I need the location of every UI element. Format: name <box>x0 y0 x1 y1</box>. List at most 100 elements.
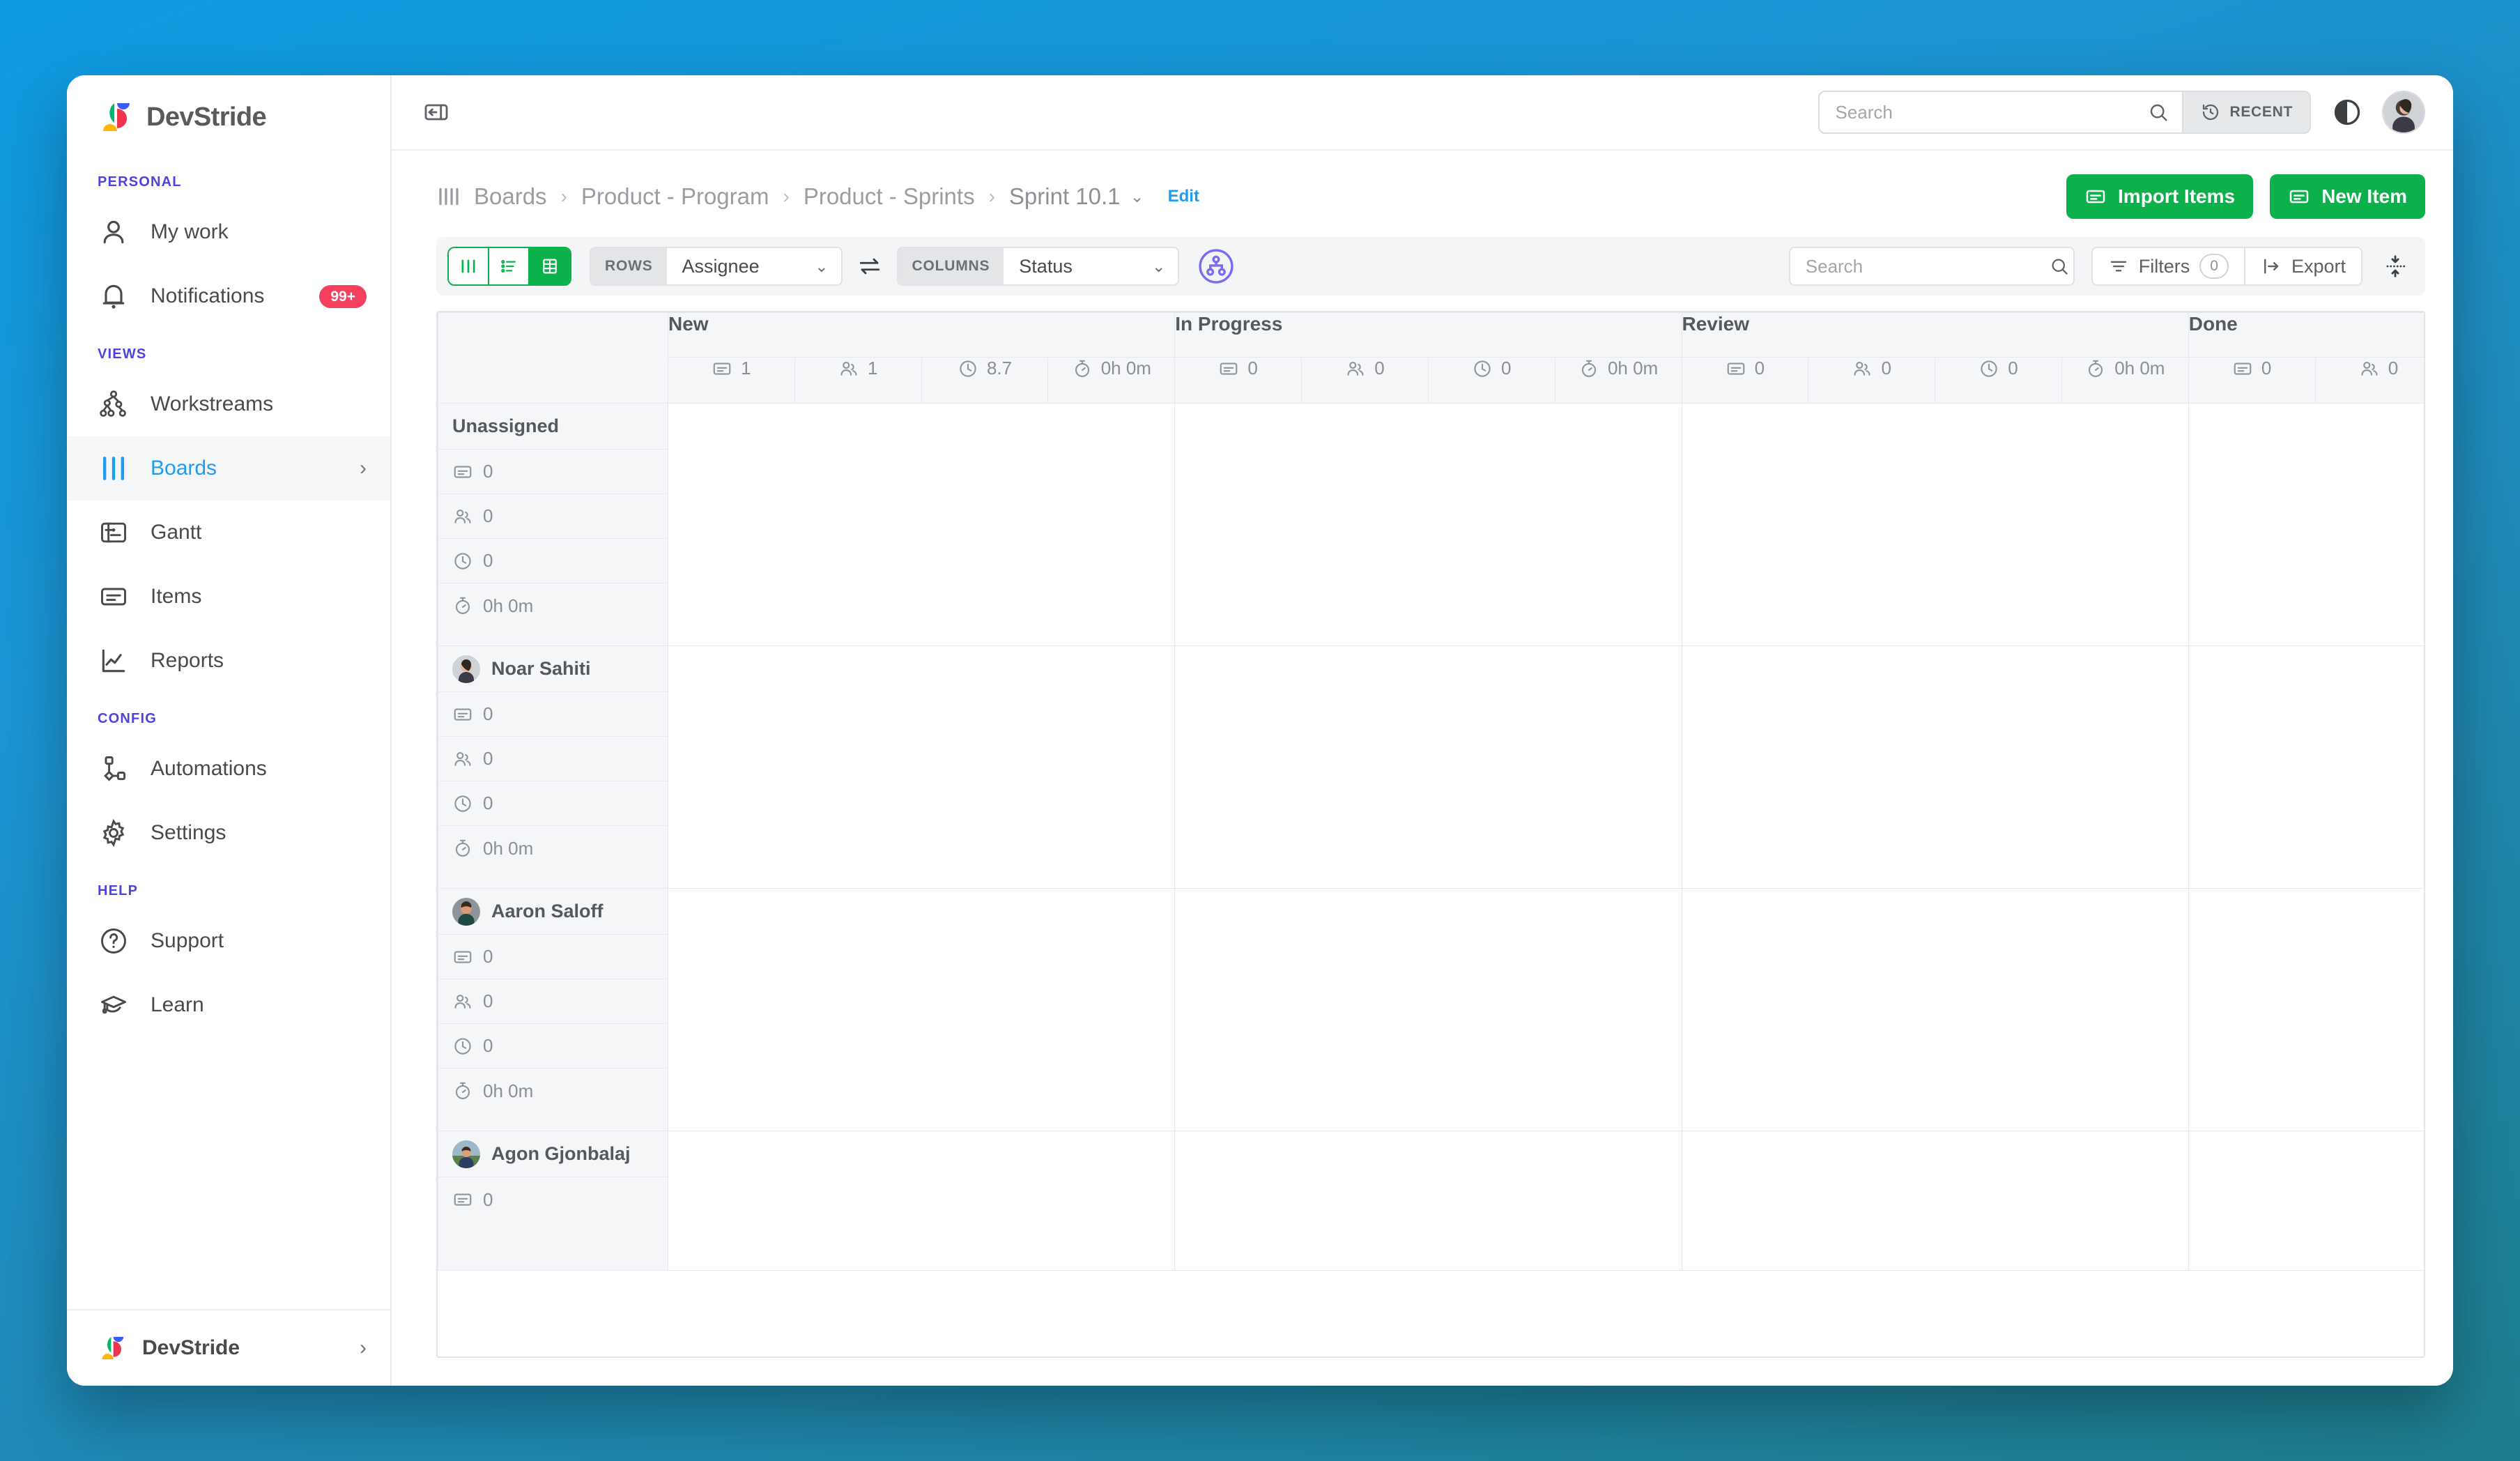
column-header-review[interactable]: Review <box>1681 312 2189 358</box>
sidebar-item-items[interactable]: Items <box>67 565 390 629</box>
items-card-icon <box>452 1189 473 1210</box>
breadcrumb-separator: › <box>560 185 567 207</box>
columns-value[interactable]: Status ⌄ <box>1004 248 1178 284</box>
sidebar-nav: PERSONAL My work Notifications 99+ VIEWS… <box>67 156 390 1309</box>
people-icon <box>452 749 473 770</box>
sidebar-item-reports[interactable]: Reports <box>67 629 390 693</box>
breadcrumb-item-product-sprints[interactable]: Product - Sprints <box>804 183 975 210</box>
board-cell-noar-new[interactable] <box>667 645 1176 889</box>
column-header-done[interactable]: Done <box>2188 312 2424 358</box>
sidebar-item-notifications[interactable]: Notifications 99+ <box>67 264 390 328</box>
board-cell-aaron-new[interactable] <box>667 888 1176 1131</box>
export-button[interactable]: Export <box>2243 248 2361 284</box>
row-header-name: Unassigned <box>438 404 668 450</box>
row-header-unassigned[interactable]: Unassigned 0 0 0 0h 0m <box>438 403 668 646</box>
metric-time-review: 0h 0m <box>2061 357 2189 404</box>
board-head: New In Progress Review Done 1 1 8.7 0h 0… <box>438 312 2424 404</box>
board-search-input[interactable] <box>1805 255 2039 277</box>
row-height-icon[interactable] <box>2376 253 2414 280</box>
people-icon <box>1345 358 1366 379</box>
rows-picker[interactable]: ROWS Assignee ⌄ <box>590 247 843 286</box>
metric-value: 1 <box>741 358 751 378</box>
board-cell-aaron-done[interactable] <box>2188 888 2424 1131</box>
breadcrumb-item-boards[interactable]: Boards <box>474 183 547 210</box>
user-avatar[interactable] <box>2382 91 2425 134</box>
workspace-switcher[interactable]: DevStride › <box>67 1309 390 1386</box>
metric-value: 0h 0m <box>483 595 534 616</box>
sidebar-item-learn[interactable]: Learn <box>67 973 390 1037</box>
sidebar-item-support[interactable]: Support <box>67 909 390 973</box>
edit-link[interactable]: Edit <box>1168 187 1199 206</box>
board-cell-unassigned-done[interactable] <box>2188 403 2424 646</box>
rows-value[interactable]: Assignee ⌄ <box>666 248 841 284</box>
swap-arrows-icon[interactable] <box>856 253 883 280</box>
recent-label: RECENT <box>2229 104 2293 120</box>
board-cell-agon-new[interactable] <box>667 1131 1176 1271</box>
sidebar-item-automations[interactable]: Automations <box>67 737 390 801</box>
board-cell-noar-review[interactable] <box>1681 645 2189 889</box>
board-cell-unassigned-in-progress[interactable] <box>1174 403 1682 646</box>
column-header-in-progress[interactable]: In Progress <box>1174 312 1682 358</box>
sidebar-item-gantt[interactable]: Gantt <box>67 500 390 565</box>
metric-points-review: 0 <box>1935 357 2062 404</box>
metric-value: 8.7 <box>986 358 1013 378</box>
sidebar-item-settings[interactable]: Settings <box>67 801 390 865</box>
sidebar-item-label: Learn <box>151 993 204 1016</box>
metric-people-in-progress: 0 <box>1301 357 1429 404</box>
brand-name: DevStride <box>146 102 267 132</box>
board-cell-aaron-in-progress[interactable] <box>1174 888 1682 1131</box>
list-view-button[interactable] <box>489 248 530 284</box>
row-label: Aaron Saloff <box>491 901 604 921</box>
board-cell-unassigned-review[interactable] <box>1681 403 2189 646</box>
row-header-agon-gjonbalaj[interactable]: Agon Gjonbalaj 0 <box>438 1131 668 1271</box>
column-header-new[interactable]: New <box>667 312 1176 358</box>
items-card-icon <box>2084 185 2107 208</box>
table-row: Aaron Saloff 0 0 0 0h 0m <box>438 888 2424 1131</box>
kanban-view-button[interactable] <box>449 248 489 284</box>
boards-columns-icon <box>436 184 461 209</box>
breadcrumb-item-sprint[interactable]: Sprint 10.1 <box>1009 183 1121 210</box>
metric-value: 0 <box>2388 358 2399 378</box>
collapse-sidebar-icon[interactable] <box>415 91 457 133</box>
sidebar-item-workstreams[interactable]: Workstreams <box>67 372 390 436</box>
search-input[interactable] <box>1835 101 2148 123</box>
metric-value: 0 <box>1501 358 1512 378</box>
board-cell-agon-in-progress[interactable] <box>1174 1131 1682 1271</box>
topbar: RECENT <box>392 75 2453 151</box>
row-header-aaron-saloff[interactable]: Aaron Saloff 0 0 0 0h 0m <box>438 888 668 1131</box>
recent-button[interactable]: RECENT <box>2182 92 2310 132</box>
new-item-button[interactable]: New Item <box>2270 174 2425 219</box>
import-items-button[interactable]: Import Items <box>2066 174 2254 219</box>
grid-view-button[interactable] <box>530 248 570 284</box>
clock-icon <box>452 793 473 814</box>
hierarchy-icon[interactable] <box>1197 247 1235 285</box>
chevron-down-icon: ⌄ <box>815 257 829 275</box>
automations-node-icon <box>98 753 130 785</box>
board-search-field[interactable] <box>1788 247 2075 286</box>
board-grid[interactable]: New In Progress Review Done 1 1 8.7 0h 0… <box>436 311 2425 1358</box>
board-cell-aaron-review[interactable] <box>1681 888 2189 1131</box>
breadcrumb-item-product-program[interactable]: Product - Program <box>581 183 769 210</box>
columns-picker[interactable]: COLUMNS Status ⌄ <box>896 247 1180 286</box>
filters-button[interactable]: Filters 0 <box>2093 248 2244 284</box>
sidebar-item-boards[interactable]: Boards › <box>67 436 390 500</box>
stopwatch-icon <box>1072 358 1093 379</box>
board-toolbar: ROWS Assignee ⌄ COLUMNS Status ⌄ Search … <box>436 237 2425 296</box>
row-header-noar-sahiti[interactable]: Noar Sahiti 0 0 0 0h 0m <box>438 645 668 889</box>
table-row: Agon Gjonbalaj 0 <box>438 1131 2424 1271</box>
board-cell-noar-done[interactable] <box>2188 645 2424 889</box>
board-cell-unassigned-new[interactable] <box>667 403 1176 646</box>
board-cell-agon-done[interactable] <box>2188 1131 2424 1271</box>
global-search-field[interactable] <box>1820 92 2182 132</box>
clock-icon <box>452 551 473 572</box>
chevron-down-icon[interactable]: ⌄ <box>1130 187 1144 207</box>
sidebar-item-my-work[interactable]: My work <box>67 200 390 264</box>
items-card-icon <box>452 704 473 725</box>
metric-value: 0h 0m <box>2114 358 2165 378</box>
metric-value: 0 <box>483 703 493 724</box>
board-cell-agon-review[interactable] <box>1681 1131 2189 1271</box>
board-cell-noar-in-progress[interactable] <box>1174 645 1682 889</box>
metric-value: 0 <box>483 946 493 967</box>
workspace-name: DevStride <box>142 1336 240 1359</box>
contrast-theme-icon[interactable] <box>2332 97 2362 128</box>
